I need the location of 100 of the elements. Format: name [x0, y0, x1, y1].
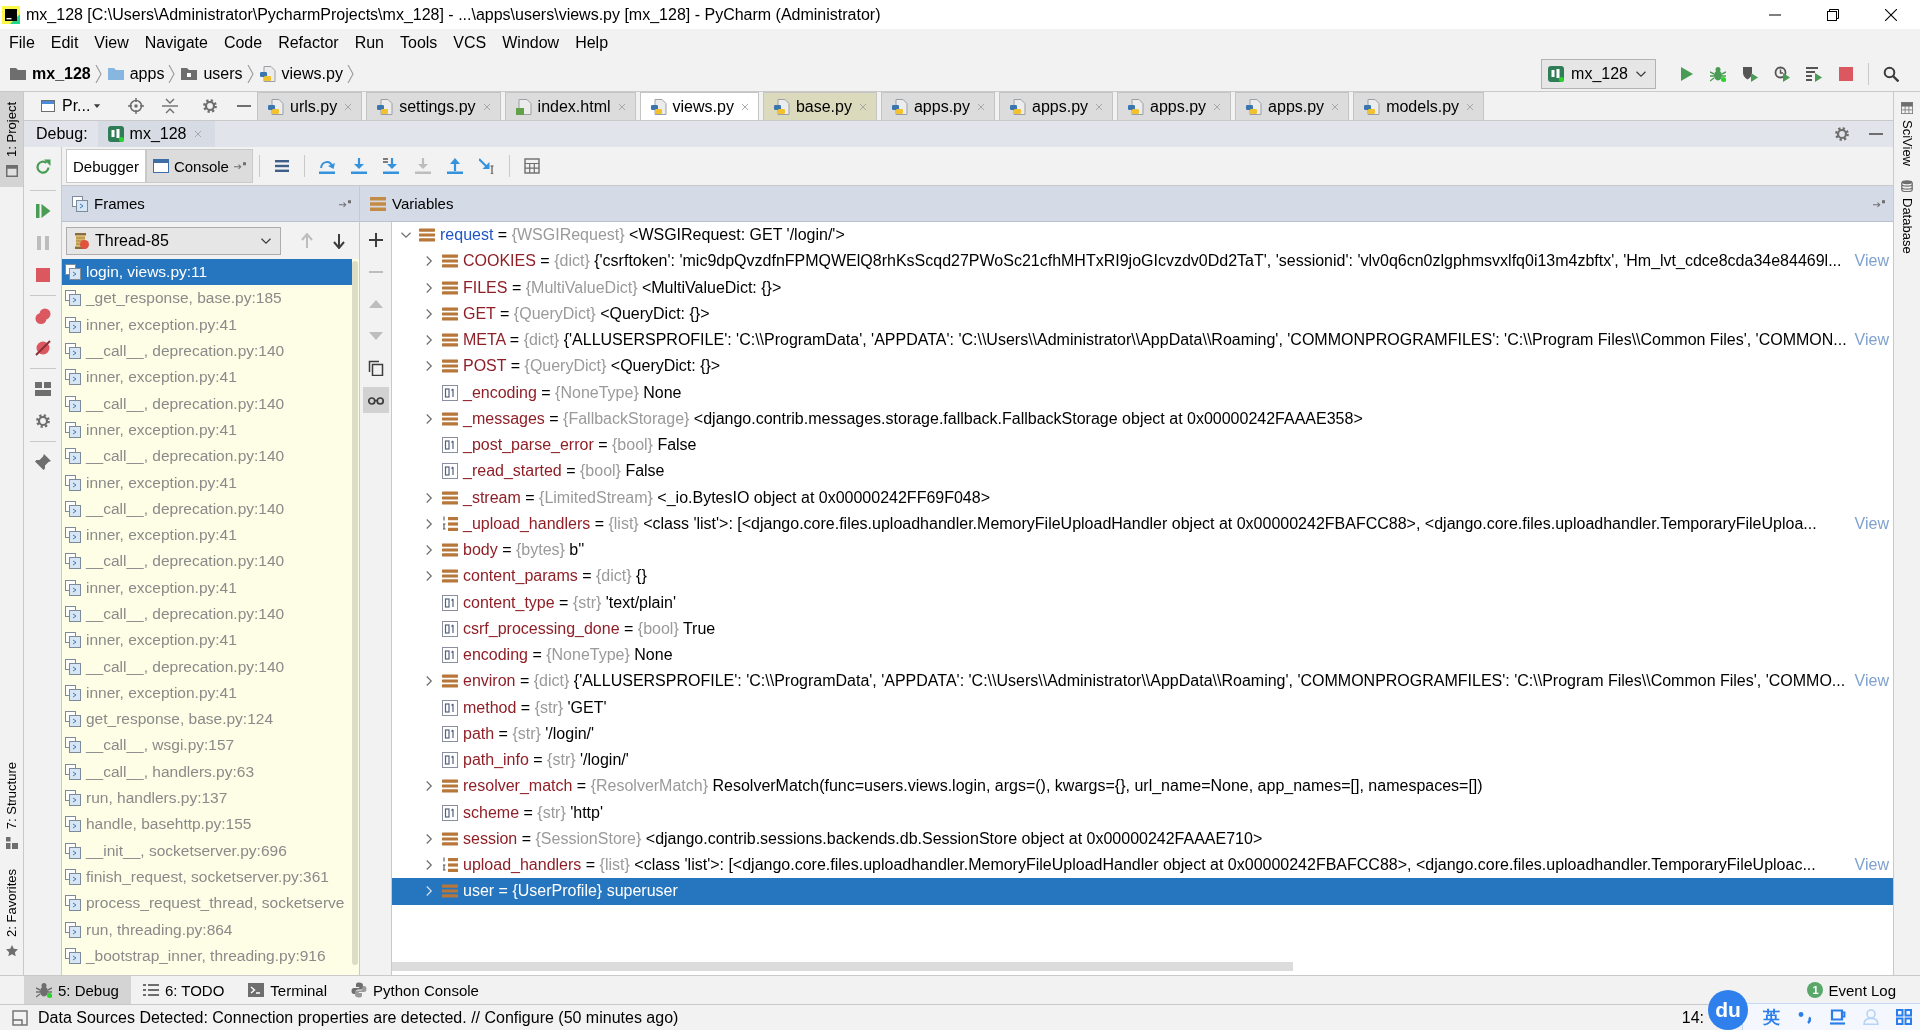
stack-frame[interactable]: __call__, deprecation.py:140: [62, 443, 352, 470]
variable-row[interactable]: path = {str} '/login/': [392, 720, 1893, 747]
debugger-tab[interactable]: Console: [145, 149, 253, 183]
calculator-icon[interactable]: [523, 158, 540, 174]
menu-item[interactable]: VCS: [445, 33, 495, 52]
editor-tab[interactable]: index.html: [504, 92, 636, 120]
horizontal-scrollbar[interactable]: [392, 962, 1293, 971]
stack-frame[interactable]: handle, basehttp.py:155: [62, 811, 352, 838]
stack-frame[interactable]: inner, exception.py:41: [62, 627, 352, 654]
variable-row[interactable]: upload_handlers = {list} <class 'list'>: [<django.core.files.uploadhandler.MemoryFileUploadHandler object at 0x00000242FBAFCC88>, <django.core.files.uploadhandler.TemporaryFileUploac... View: [392, 852, 1893, 879]
stack-frame[interactable]: run, handlers.py:137: [62, 784, 352, 812]
variable-row[interactable]: _read_started = {bool} False: [392, 458, 1893, 485]
stack-frame[interactable]: login, views.py:11: [62, 259, 352, 286]
variable-row[interactable]: content_params = {dict} {}: [392, 563, 1893, 590]
variable-row[interactable]: _encoding = {NoneType} None: [392, 379, 1893, 406]
stack-frame[interactable]: inner, exception.py:41: [62, 416, 352, 444]
stack-frame[interactable]: inner, exception.py:41: [62, 364, 352, 391]
variable-row[interactable]: _messages = {FallbackStorage} <django.contrib.messages.storage.fallback.FallbackStorage object at 0x00000242FAAAE358>: [392, 405, 1893, 432]
pin-icon[interactable]: [34, 454, 51, 470]
stack-frame[interactable]: __call__, deprecation.py:140: [62, 390, 352, 417]
variable-row[interactable]: content_type = {str} 'text/plain': [392, 589, 1893, 616]
stack-frame[interactable]: __call__, deprecation.py:140: [62, 600, 352, 628]
tool-window-tab[interactable]: 5: Debug: [24, 976, 131, 1004]
menu-item[interactable]: Refactor: [270, 33, 347, 52]
close-icon[interactable]: [739, 101, 750, 112]
thread-dropdown[interactable]: Thread-85: [66, 226, 281, 255]
cup-icon[interactable]: [1830, 1009, 1846, 1025]
stack-frame[interactable]: inner, exception.py:41: [62, 521, 352, 549]
variable-row[interactable]: _stream = {LimitedStream} <_io.BytesIO object at 0x00000242FF69F048>: [392, 484, 1893, 511]
variable-row[interactable]: _upload_handlers = {list} <class 'list'>: [<django.core.files.uploadhandler.MemoryFileUploadHandler object at 0x00000242FBAFCC88>, <django.core.files.uploadhandler.TemporaryFileUploa... View: [392, 510, 1893, 537]
tool-window-tab[interactable]: Python Console: [339, 976, 491, 1004]
variable-row[interactable]: body = {bytes} b'': [392, 537, 1893, 564]
menu-item[interactable]: Run: [346, 33, 392, 52]
arrow-square-icon[interactable]: [339, 197, 351, 210]
muted-breakpoint-icon[interactable]: [34, 340, 51, 356]
variable-row[interactable]: environ = {dict} {'ALLUSERSPROFILE': 'C:\\ProgramData', 'APPDATA': 'C:\\Users\\Administrator\\AppData\\Roaming', 'COMMONPROGRAMFILES': 'C:\\Program Files\\Common Files', 'COMMO... View: [392, 668, 1893, 695]
variable-row[interactable]: csrf_processing_done = {bool} True: [392, 615, 1893, 642]
view-selector[interactable]: Pr...: [62, 97, 103, 115]
ime-logo[interactable]: du: [1708, 990, 1748, 1030]
glasses-icon[interactable]: [362, 387, 389, 413]
caret-position[interactable]: 14:: [1681, 1008, 1704, 1027]
lines-play-icon[interactable]: [1806, 65, 1822, 82]
variable-row[interactable]: encoding = {NoneType} None: [392, 642, 1893, 669]
bug-icon[interactable]: [1710, 65, 1726, 82]
tool-window-button[interactable]: Database: [1899, 180, 1915, 254]
variable-row[interactable]: GET = {QueryDict} <QueryDict: {}>: [392, 300, 1893, 327]
variable-row[interactable]: session = {SessionStore} <django.contrib.sessions.backends.db.SessionStore object at 0x00000242FAAAE710>: [392, 825, 1893, 852]
editor-tab[interactable]: views.py: [639, 92, 759, 120]
shield-play-icon[interactable]: [1742, 65, 1758, 82]
menu-item[interactable]: Window: [494, 33, 568, 52]
down-arrow-icon[interactable]: [331, 232, 347, 249]
tool-window-button[interactable]: 7: Structure: [0, 751, 23, 860]
stop-icon[interactable]: [34, 267, 51, 283]
breadcrumb-item[interactable]: mx_128: [10, 64, 91, 83]
editor-tab[interactable]: base.py: [762, 92, 877, 120]
panel-icon[interactable]: [12, 1009, 28, 1026]
menu-item[interactable]: Help: [567, 33, 617, 52]
lines-icon[interactable]: [273, 158, 290, 174]
play-icon[interactable]: [1678, 65, 1694, 82]
menu-item[interactable]: Code: [215, 33, 271, 52]
menu-item[interactable]: File: [1, 33, 43, 52]
tool-window-button[interactable]: 2: Favorites: [0, 859, 23, 967]
variable-row[interactable]: COOKIES = {dict} {'csrftoken': 'mic9dpQvzdfnFPMQWElQ8rhKsScqd27PWoSc21cfhMHTxRI9joGIcvzdv0Dd2TaT', 'sessionid': 'vlv0q6cn0zlgphmsvxlfq0i13m4zbftx', 'Hm_lvt_cdce8cda34e84469l... View: [392, 248, 1893, 275]
variable-row[interactable]: scheme = {str} 'http': [392, 799, 1893, 826]
settings-icon[interactable]: [34, 413, 51, 429]
search-icon[interactable]: [1883, 65, 1899, 82]
collapse-icon[interactable]: [162, 98, 179, 114]
stack-frame[interactable]: run, threading.py:864: [62, 916, 352, 943]
menu-item[interactable]: Tools: [392, 33, 446, 52]
stack-frame[interactable]: __call__, deprecation.py:140: [62, 495, 352, 522]
menu-item[interactable]: View: [86, 33, 137, 52]
plus-icon[interactable]: [367, 232, 384, 248]
stack-frame[interactable]: finish_request, socketserver.py:361: [62, 863, 352, 891]
stack-frame[interactable]: inner, exception.py:41: [62, 311, 352, 338]
layout-icon[interactable]: [34, 381, 51, 397]
variable-row[interactable]: POST = {QueryDict} <QueryDict: {}>: [392, 353, 1893, 380]
variable-row[interactable]: FILES = {MultiValueDict} <MultiValueDict: {}>: [392, 274, 1893, 301]
debugger-tab[interactable]: Debugger: [66, 149, 146, 183]
stack-frame[interactable]: __call__, deprecation.py:140: [62, 337, 352, 365]
editor-tab[interactable]: settings.py: [366, 92, 501, 120]
menu-item[interactable]: Edit: [42, 33, 87, 52]
circular-arrow-icon[interactable]: [34, 158, 51, 175]
breakpoints-icon[interactable]: [34, 308, 51, 324]
settings-icon[interactable]: [1834, 126, 1850, 142]
editor-tab[interactable]: apps.py: [1235, 92, 1350, 120]
stack-frame[interactable]: inner, exception.py:41: [62, 469, 352, 496]
stack-frame[interactable]: __call__, deprecation.py:140: [62, 653, 352, 680]
stack-frame[interactable]: process_request_thread, socketserve: [62, 890, 352, 917]
variable-row[interactable]: user = {UserProfile} superuser: [392, 878, 1893, 905]
stack-frame[interactable]: __init__, socketserver.py:696: [62, 837, 352, 864]
editor-tab[interactable]: models.py: [1353, 92, 1485, 120]
copy-icon[interactable]: [367, 360, 384, 376]
diagonal-arrow-icon[interactable]: [478, 158, 495, 174]
variable-row[interactable]: path_info = {str} '/login/': [392, 747, 1893, 774]
editor-tab[interactable]: apps.py: [880, 92, 995, 120]
tool-window-button[interactable]: SciView: [1899, 102, 1915, 166]
stack-frame[interactable]: __call__, deprecation.py:140: [62, 548, 352, 575]
variable-row[interactable]: _post_parse_error = {bool} False: [392, 432, 1893, 459]
tool-window-button[interactable]: 1: Project: [0, 92, 23, 187]
crosshair-icon[interactable]: [128, 98, 145, 114]
